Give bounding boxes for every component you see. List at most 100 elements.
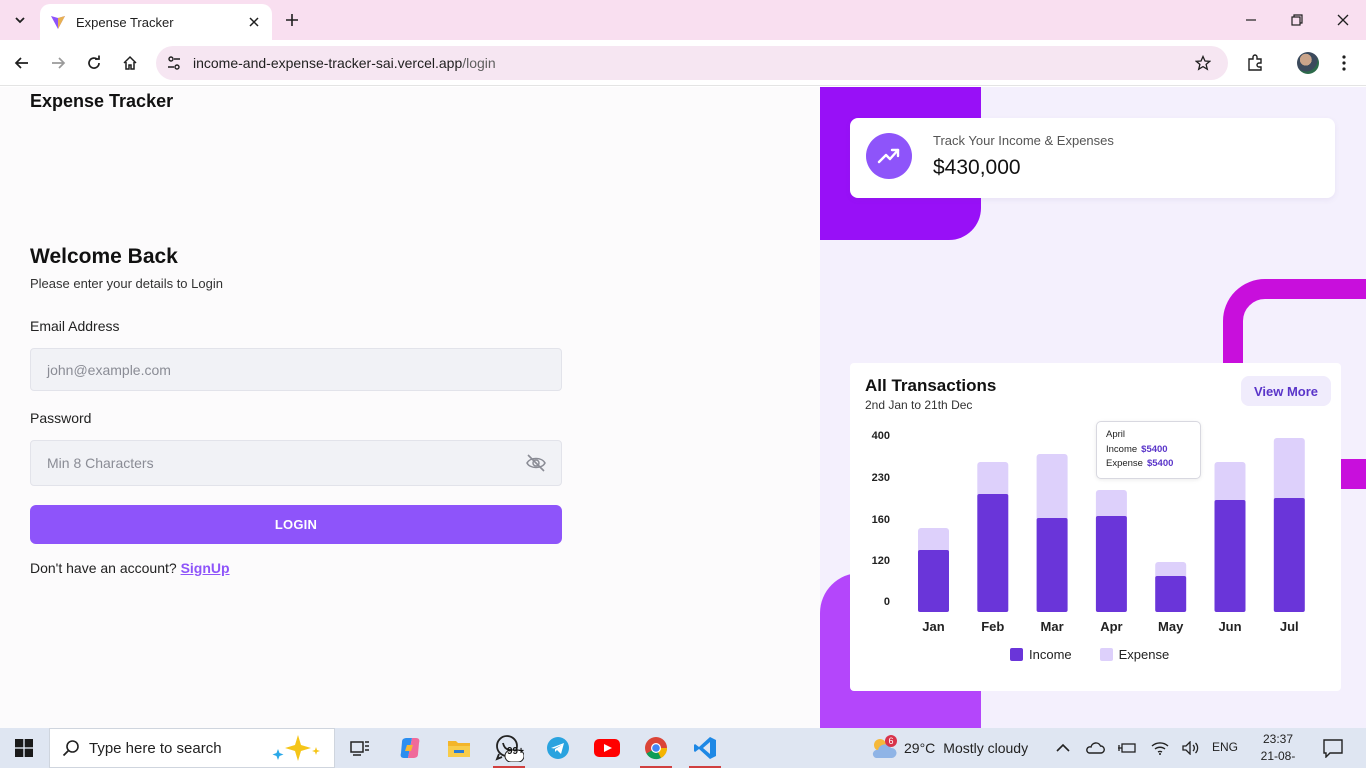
x-tick-label-jul: Jul [1280, 619, 1299, 634]
vite-favicon-icon [51, 16, 65, 29]
file-explorer-icon[interactable] [435, 728, 483, 768]
weather-temp: 29°C [904, 740, 936, 756]
youtube-icon[interactable] [583, 728, 631, 768]
onedrive-cloud-icon[interactable] [1085, 738, 1105, 758]
windows-taskbar: Type here to search 99+ 6 29°C Mostly cl… [0, 728, 1366, 768]
x-tick-label-may: May [1158, 619, 1184, 634]
weather-desc: Mostly cloudy [943, 740, 1029, 756]
page-content: Expense Tracker Welcome Back Please ente… [0, 87, 1366, 728]
legend-swatch-income [1010, 648, 1023, 661]
y-tick-label: 0 [884, 596, 890, 608]
login-pane: Expense Tracker Welcome Back Please ente… [0, 87, 820, 728]
login-button[interactable]: LOGIN [30, 505, 562, 544]
summary-value: $430,000 [933, 156, 1021, 179]
decor-bar [1341, 469, 1366, 489]
y-tick-label: 120 [872, 555, 890, 567]
profile-avatar[interactable] [1297, 52, 1319, 74]
transactions-bar-chart: 400 230 160 120 0 Jan Feb Mar Apr May Jun Jul [872, 430, 1305, 634]
bar-income-mar[interactable] [1036, 518, 1068, 612]
chrome-icon[interactable] [632, 728, 680, 768]
tab-search-chevron-icon[interactable] [8, 8, 32, 32]
tooltip-expense-row: Expense $5400 [1106, 458, 1174, 469]
reload-icon[interactable] [82, 51, 106, 75]
email-field[interactable]: john@example.com [30, 348, 562, 391]
password-placeholder: Min 8 Characters [47, 455, 154, 471]
system-clock[interactable]: 23:37 21-08-2025 [1250, 731, 1306, 768]
search-highlight-sparkle-icon [272, 735, 320, 761]
email-label: Email Address [30, 318, 120, 334]
extensions-puzzle-icon[interactable] [1244, 52, 1266, 74]
site-info-tune-icon[interactable] [164, 53, 184, 73]
x-tick-label-apr: Apr [1100, 619, 1122, 634]
input-language[interactable]: ENG [1212, 740, 1238, 754]
password-field[interactable]: Min 8 Characters [30, 440, 562, 486]
address-bar[interactable]: income-and-expense-tracker-sai.vercel.ap… [156, 46, 1228, 80]
tooltip-income-row: Income $5400 [1106, 443, 1168, 455]
y-tick-label: 230 [872, 472, 890, 484]
chart-legend: Income Expense [1010, 647, 1197, 662]
volume-icon[interactable] [1181, 738, 1201, 758]
weather-widget[interactable]: 6 29°C Mostly cloudy [870, 728, 1028, 768]
bar-expense-jun[interactable] [1214, 462, 1246, 504]
eye-off-icon[interactable] [525, 453, 547, 473]
browser-toolbar: income-and-expense-tracker-sai.vercel.ap… [0, 40, 1366, 86]
welcome-subtitle: Please enter your details to Login [30, 276, 223, 291]
clock-date: 21-08-2025 [1260, 749, 1296, 768]
bar-income-feb[interactable] [977, 494, 1009, 612]
legend-swatch-expense [1099, 648, 1113, 661]
new-tab-plus-icon[interactable] [282, 10, 302, 30]
bar-income-may[interactable] [1155, 576, 1187, 612]
notification-center-icon[interactable] [1322, 738, 1344, 758]
summary-label: Track Your Income & Expenses [933, 133, 1114, 148]
x-tick-label-feb: Feb [981, 619, 1004, 634]
transactions-card: All Transactions 2nd Jan to 21th Dec Vie… [850, 363, 1341, 691]
browser-tab-active[interactable]: Expense Tracker [40, 4, 272, 40]
clock-time: 23:37 [1262, 732, 1294, 746]
forward-arrow-icon[interactable] [46, 51, 70, 75]
show-hidden-icons-chevron-icon[interactable] [1053, 738, 1073, 758]
tab-title: Expense Tracker [76, 14, 174, 30]
minimize-icon[interactable] [1239, 8, 1263, 32]
wifi-icon[interactable] [1150, 738, 1170, 758]
back-arrow-icon[interactable] [10, 51, 34, 75]
signup-prompt: Don't have an account? [30, 560, 177, 576]
tooltip-month: April [1106, 429, 1126, 440]
signup-link[interactable]: SignUp [181, 560, 230, 576]
window-close-icon[interactable] [1331, 8, 1355, 32]
telegram-icon[interactable] [534, 728, 582, 768]
bookmark-star-icon[interactable] [1192, 52, 1214, 74]
tab-close-icon[interactable] [246, 14, 262, 30]
vscode-icon[interactable] [681, 728, 729, 768]
restore-icon[interactable] [1285, 8, 1309, 32]
bar-expense-mar[interactable] [1036, 454, 1068, 522]
x-tick-label-jan: Jan [922, 619, 944, 634]
x-tick-label-mar: Mar [1041, 619, 1064, 634]
summary-card: Track Your Income & Expenses $430,000 [850, 118, 1335, 198]
whatsapp-icon[interactable]: 99+ [485, 728, 533, 768]
illustration-pane: Track Your Income & Expenses $430,000 Al… [820, 87, 1366, 728]
app-brand: Expense Tracker [30, 91, 174, 111]
bar-expense-jul[interactable] [1273, 438, 1305, 502]
welcome-title: Welcome Back [30, 245, 178, 268]
windows-start-icon[interactable] [0, 728, 48, 768]
bar-income-jan[interactable] [918, 550, 949, 612]
battery-plug-icon[interactable] [1117, 738, 1137, 758]
legend-item-expense: Expense [1099, 647, 1169, 662]
browser-menu-dots-icon[interactable] [1333, 52, 1355, 74]
taskbar-search[interactable]: Type here to search [49, 728, 335, 768]
bar-expense-apr[interactable] [1095, 490, 1127, 520]
browser-tab-strip: Expense Tracker [0, 0, 1366, 40]
whatsapp-badge: 99+ [507, 746, 524, 757]
home-icon[interactable] [118, 51, 142, 75]
bar-income-jun[interactable] [1214, 500, 1246, 612]
bar-expense-feb[interactable] [977, 462, 1009, 498]
url-text: income-and-expense-tracker-sai.vercel.ap… [193, 55, 496, 71]
search-placeholder: Type here to search [89, 739, 222, 757]
y-tick-label: 160 [872, 514, 890, 526]
bar-income-jul[interactable] [1273, 498, 1305, 612]
bar-income-apr[interactable] [1095, 516, 1127, 612]
task-view-icon[interactable] [336, 728, 384, 768]
copilot-icon[interactable] [386, 728, 434, 768]
chart-tooltip: April Income $5400 Expense $5400 [1096, 421, 1201, 479]
signup-row: Don't have an account? SignUp [30, 560, 230, 576]
